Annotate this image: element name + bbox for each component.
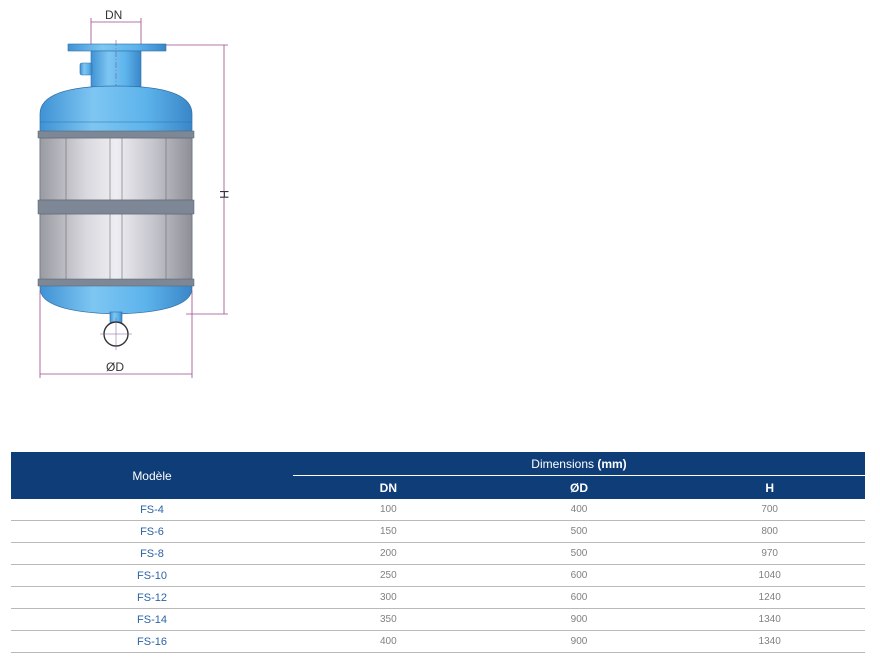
table-row: FS-6 150 500 800: [11, 520, 865, 543]
cell-od: 600: [483, 564, 675, 587]
cell-model: FS-6: [11, 520, 293, 543]
table-row: FS-10 250 600 1040: [11, 564, 865, 587]
cell-h: 1040: [674, 564, 865, 587]
dimensions-unit: (mm): [597, 456, 627, 471]
header-od: ØD: [483, 475, 675, 499]
cell-h: 970: [674, 542, 865, 565]
vessel-drawing: DN H ØD: [37, 8, 231, 378]
cell-dn: 150: [293, 520, 484, 543]
cell-dn: 250: [293, 564, 484, 587]
dimensions-table: Modèle Dimensions (mm) DN ØD H FS-4 100 …: [11, 452, 865, 653]
cell-h: 700: [674, 499, 865, 521]
table-row: FS-16 400 900 1340: [11, 630, 865, 653]
cell-od: 500: [483, 520, 675, 543]
cell-h: 1340: [674, 630, 865, 653]
top-flange: [67, 43, 167, 52]
cell-od: 400: [483, 499, 675, 521]
cell-dn: 100: [293, 499, 484, 521]
cell-model: FS-4: [11, 499, 293, 521]
cell-dn: 400: [293, 630, 484, 653]
table-row: FS-14 350 900 1340: [11, 608, 865, 631]
cell-h: 1240: [674, 586, 865, 609]
dn-label: DN: [105, 8, 122, 22]
cell-od: 900: [483, 630, 675, 653]
cell-dn: 350: [293, 608, 484, 631]
table-row: FS-12 300 600 1240: [11, 586, 865, 609]
dimensions-label: Dimensions: [531, 456, 594, 471]
cell-model: FS-12: [11, 586, 293, 609]
header-dimensions: Dimensions (mm): [293, 452, 865, 476]
cell-model: FS-10: [11, 564, 293, 587]
cell-dn: 200: [293, 542, 484, 565]
cell-od: 900: [483, 608, 675, 631]
header-model: Modèle: [11, 452, 293, 499]
od-label: ØD: [106, 360, 124, 374]
cell-model: FS-8: [11, 542, 293, 565]
side-nozzle: [79, 62, 93, 76]
header-dn: DN: [293, 475, 484, 499]
cell-h: 800: [674, 520, 865, 543]
cell-h: 1340: [674, 608, 865, 631]
table-row: FS-4 100 400 700: [11, 499, 865, 521]
header-h: H: [674, 475, 865, 499]
cell-model: FS-14: [11, 608, 293, 631]
cell-model: FS-16: [11, 630, 293, 653]
table-row: FS-8 200 500 970: [11, 542, 865, 565]
cell-od: 500: [483, 542, 675, 565]
cell-od: 600: [483, 586, 675, 609]
cell-dn: 300: [293, 586, 484, 609]
h-label: H: [217, 190, 231, 199]
